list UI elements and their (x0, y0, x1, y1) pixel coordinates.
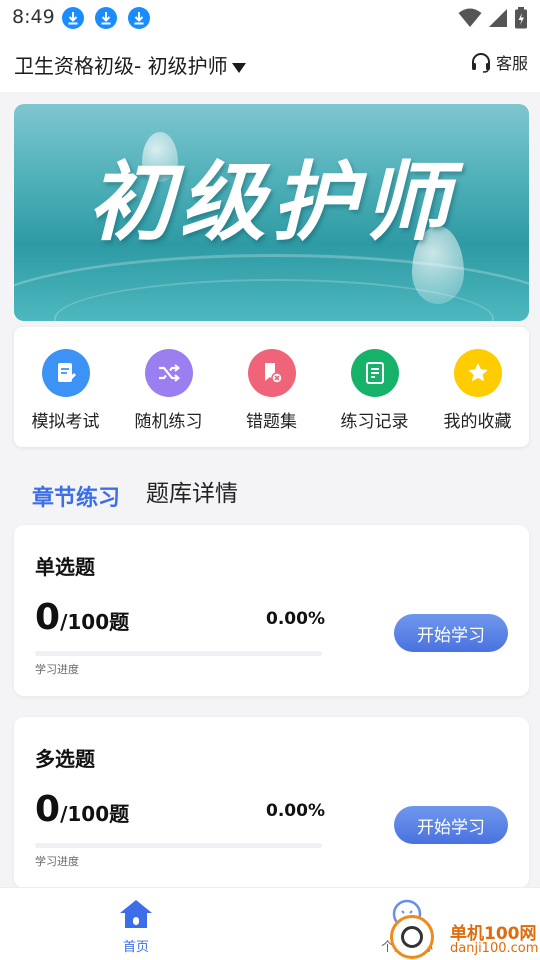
quick-action-practice-record[interactable]: 练习记录 (323, 349, 426, 432)
tab-question-bank-details[interactable]: 题库详情 (146, 474, 238, 508)
watermark-logo (390, 915, 434, 959)
quick-actions-panel: 模拟考试 随机练习 错题集 练习记录 我的收藏 (14, 327, 529, 447)
progress-label: 学习进度 (35, 855, 79, 868)
quick-action-mock-exam[interactable]: 模拟考试 (14, 349, 117, 432)
quick-action-label: 练习记录 (340, 412, 409, 432)
quick-action-label: 模拟考试 (31, 412, 100, 432)
nav-home[interactable]: 首页 (106, 898, 166, 955)
card-title: 单选题 (35, 555, 95, 579)
question-count: 0/100题 (35, 597, 129, 638)
done-count: 0 (35, 597, 61, 638)
card-title: 多选题 (35, 747, 95, 771)
exam-selector[interactable]: 卫生资格初级- 初级护师 (14, 50, 246, 79)
site-watermark: 单机100网 danji100.com (390, 915, 540, 960)
total-count: /100题 (60, 802, 130, 826)
progress-bar (35, 843, 322, 848)
record-icon (350, 349, 399, 397)
battery-icon (515, 7, 527, 29)
service-label: 客服 (495, 54, 528, 73)
progress-percent: 0.00% (266, 609, 325, 629)
system-icons (458, 6, 528, 30)
nav-home-label: 首页 (122, 940, 149, 955)
quick-action-random-practice[interactable]: 随机练习 (117, 349, 220, 432)
caret-down-icon (231, 62, 246, 73)
quick-action-label: 错题集 (246, 412, 297, 432)
wrong-book-icon (247, 349, 296, 397)
start-learning-button[interactable]: 开始学习 (394, 614, 508, 652)
headset-icon (471, 53, 490, 73)
progress-label: 学习进度 (35, 663, 79, 676)
banner[interactable]: 初级护师 (14, 104, 529, 321)
watermark-url: danji100.com (450, 941, 539, 956)
download-icon (62, 7, 84, 29)
total-count: /100题 (60, 610, 130, 634)
exam-doc-icon (41, 349, 90, 397)
home-icon (120, 900, 152, 928)
star-icon (453, 349, 502, 397)
tab-chapter-practice[interactable]: 章节练习 (32, 480, 120, 512)
quick-action-label: 我的收藏 (443, 412, 512, 432)
exam-title: 卫生资格初级- 初级护师 (14, 54, 228, 78)
app-header: 卫生资格初级- 初级护师 客服 (0, 36, 540, 92)
download-icon (128, 7, 150, 29)
question-type-card: 单选题 0/100题 0.00% 学习进度 开始学习 (14, 525, 529, 696)
start-learning-button[interactable]: 开始学习 (394, 806, 508, 844)
status-time: 8:49 (12, 6, 55, 28)
progress-bar (35, 651, 322, 656)
done-count: 0 (35, 789, 61, 830)
quick-action-label: 随机练习 (134, 412, 203, 432)
wifi-icon (458, 8, 482, 27)
customer-service-button[interactable]: 客服 (470, 50, 528, 74)
question-count: 0/100题 (35, 789, 129, 830)
quick-action-wrong-questions[interactable]: 错题集 (220, 349, 323, 432)
status-bar: 8:49 (0, 0, 540, 36)
download-icon (95, 7, 117, 29)
signal-icon (489, 9, 507, 27)
shuffle-icon (144, 349, 193, 397)
quick-action-favorites[interactable]: 我的收藏 (426, 349, 529, 432)
progress-percent: 0.00% (266, 801, 325, 821)
banner-title: 初级护师 (87, 152, 456, 253)
question-type-card: 多选题 0/100题 0.00% 学习进度 开始学习 (14, 717, 529, 888)
